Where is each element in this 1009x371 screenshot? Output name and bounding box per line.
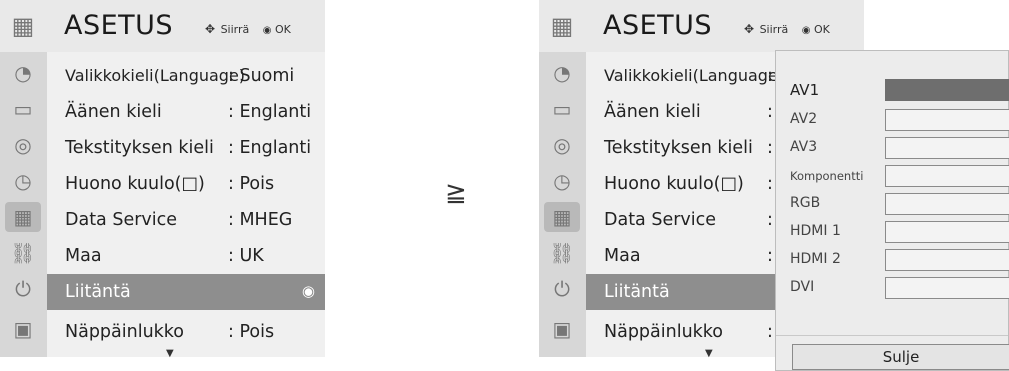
- menu-title: ASETUS: [64, 10, 174, 41]
- row-label: Huono kuulo(□): [604, 174, 744, 194]
- lock-icon[interactable]: ⛓: [544, 238, 580, 268]
- input-item-hdmi2[interactable]: HDMI 2: [790, 249, 1009, 271]
- row-label: Liitäntä: [65, 282, 131, 302]
- menu-row-audio-language[interactable]: Äänen kieli : Englanti: [47, 94, 325, 130]
- input-name: Komponentti: [790, 169, 864, 183]
- setup-icon[interactable]: ▦: [5, 202, 41, 232]
- input-item-av3[interactable]: AV3: [790, 137, 1009, 159]
- photo-icon[interactable]: ▣: [5, 314, 41, 344]
- menu-row-country[interactable]: Maa : UK: [47, 238, 325, 274]
- photo-icon[interactable]: ▣: [544, 314, 580, 344]
- hint-ok-label: OK: [274, 23, 291, 36]
- ok-select-icon: ◉: [301, 282, 315, 300]
- input-name: AV1: [790, 81, 820, 99]
- settings-list: Valikkokieli(Language) : Suomi Äänen kie…: [47, 52, 325, 359]
- category-icon-column: ◔ ▭ ◎ ◷ ▦ ⛓ ⏻ ▣: [539, 52, 586, 357]
- category-icon-column: ◔ ▭ ◎ ◷ ▦ ⛓ ⏻ ▣: [0, 52, 47, 357]
- setup-header-icon: ▦: [550, 12, 574, 40]
- input-name: HDMI 2: [790, 251, 841, 267]
- speaker-icon[interactable]: ◎: [544, 130, 580, 160]
- label-field[interactable]: [885, 193, 1009, 215]
- satellite-icon[interactable]: ◔: [5, 58, 41, 88]
- label-field[interactable]: [885, 137, 1009, 159]
- menu-row-input-label[interactable]: Liitäntä ◉: [47, 274, 325, 310]
- input-item-av2[interactable]: AV2: [790, 109, 1009, 131]
- monitor-icon[interactable]: ▭: [544, 94, 580, 124]
- menu-row-language[interactable]: Valikkokieli(Language) : Suomi: [47, 58, 325, 94]
- row-label: Näppäinlukko: [65, 322, 185, 342]
- nav-hint: ✥ Siirrä ◉ OK: [744, 22, 830, 36]
- row-label: Maa: [604, 246, 641, 266]
- row-label: Näppäinlukko: [604, 322, 724, 342]
- row-value: : Suomi: [228, 66, 295, 86]
- input-item-dvi[interactable]: DVI: [790, 277, 1009, 299]
- clock-icon[interactable]: ◷: [544, 166, 580, 196]
- row-label: Äänen kieli: [65, 102, 162, 122]
- hint-ok-label: OK: [813, 23, 830, 36]
- row-label: Tekstityksen kieli: [604, 138, 753, 158]
- move-arrows-icon: ✥: [205, 22, 216, 36]
- menu-row-key-lock[interactable]: Näppäinlukko : Pois: [47, 314, 325, 350]
- dropdown-divider: [776, 335, 1008, 336]
- clock-icon[interactable]: ◷: [5, 166, 41, 196]
- row-label: Valikkokieli(Language): [65, 66, 246, 85]
- plug-icon[interactable]: ⏻: [5, 274, 41, 304]
- menu-header: ▦ ASETUS ✥ Siirrä ◉ OK: [539, 0, 864, 52]
- row-label: Maa: [65, 246, 102, 266]
- row-label: Valikkokieli(Language): [604, 66, 785, 85]
- nav-hint: ✥ Siirrä ◉ OK: [205, 22, 291, 36]
- move-arrows-icon: ✥: [744, 22, 755, 36]
- row-label: Liitäntä: [604, 282, 670, 302]
- menu-title: ASETUS: [603, 10, 713, 41]
- monitor-icon[interactable]: ▭: [5, 94, 41, 124]
- input-name: DVI: [790, 279, 815, 295]
- menu-row-hard-of-hearing[interactable]: Huono kuulo(□) : Pois: [47, 166, 325, 202]
- row-value: : Pois: [228, 174, 275, 194]
- row-label: Tekstityksen kieli: [65, 138, 214, 158]
- satellite-icon[interactable]: ◔: [544, 58, 580, 88]
- label-field[interactable]: [885, 221, 1009, 243]
- row-label: Data Service: [65, 210, 178, 230]
- setup-header-icon: ▦: [11, 12, 35, 40]
- row-label: Huono kuulo(□): [65, 174, 205, 194]
- label-field[interactable]: [885, 79, 1009, 101]
- input-item-rgb[interactable]: RGB: [790, 193, 1009, 215]
- scroll-down-icon[interactable]: ▼: [166, 348, 174, 359]
- row-value: : Englanti: [228, 138, 312, 158]
- setup-menu-left: ▦ ASETUS ✥ Siirrä ◉ OK ◔ ▭ ◎ ◷ ▦ ⛓ ⏻ ▣ V…: [0, 0, 325, 359]
- input-item-av1[interactable]: AV1: [790, 79, 1009, 101]
- setup-icon[interactable]: ▦: [544, 202, 580, 232]
- row-value: : Pois: [228, 322, 275, 342]
- row-label: Äänen kieli: [604, 102, 701, 122]
- setup-menu-right: ▦ ASETUS ✥ Siirrä ◉ OK ◔ ▭ ◎ ◷ ▦ ⛓ ⏻ ▣ V…: [539, 0, 1009, 371]
- input-item-component[interactable]: Komponentti: [790, 165, 1009, 187]
- input-name: AV3: [790, 139, 818, 155]
- row-value: : Englanti: [228, 102, 312, 122]
- row-value: : UK: [228, 246, 264, 266]
- menu-row-data-service[interactable]: Data Service : MHEG: [47, 202, 325, 238]
- scroll-down-icon[interactable]: ▼: [705, 348, 713, 359]
- label-field[interactable]: [885, 249, 1009, 271]
- input-label-dropdown: AV1 AV2 AV3 Komponentti RGB HDMI 1 HDMI …: [775, 50, 1009, 371]
- input-name: HDMI 1: [790, 223, 841, 239]
- menu-row-subtitle-language[interactable]: Tekstityksen kieli : Englanti: [47, 130, 325, 166]
- hint-move-label: Siirrä: [759, 23, 789, 36]
- input-item-hdmi1[interactable]: HDMI 1: [790, 221, 1009, 243]
- plug-icon[interactable]: ⏻: [544, 274, 580, 304]
- close-button[interactable]: Sulje: [792, 344, 1009, 370]
- label-field[interactable]: [885, 277, 1009, 299]
- menu-header: ▦ ASETUS ✥ Siirrä ◉ OK: [0, 0, 325, 52]
- row-label: Data Service: [604, 210, 717, 230]
- row-value: : MHEG: [228, 210, 293, 230]
- label-field[interactable]: [885, 109, 1009, 131]
- input-name: AV2: [790, 111, 818, 127]
- ok-icon: ◉: [801, 25, 811, 36]
- label-field[interactable]: [885, 165, 1009, 187]
- ok-icon: ◉: [262, 25, 272, 36]
- input-name: RGB: [790, 195, 821, 211]
- speaker-icon[interactable]: ◎: [5, 130, 41, 160]
- hint-move-label: Siirrä: [220, 23, 250, 36]
- lock-icon[interactable]: ⛓: [5, 238, 41, 268]
- transition-arrow: ≧: [445, 178, 467, 208]
